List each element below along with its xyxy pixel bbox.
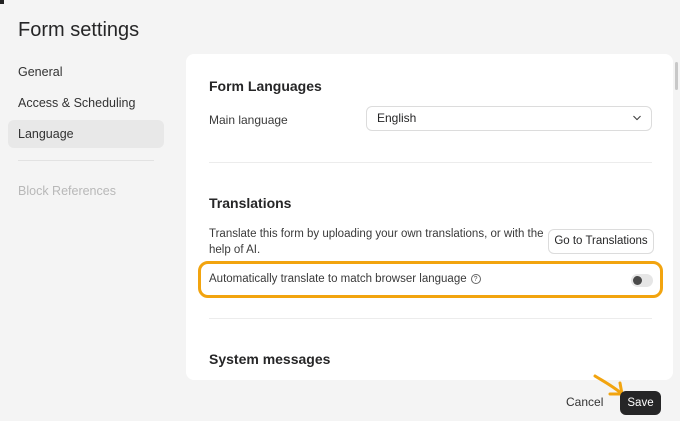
main-language-select[interactable]: English [366, 106, 652, 131]
panel-scrollbar[interactable] [675, 62, 678, 90]
sidebar-item-language[interactable]: Language [8, 120, 164, 148]
form-languages-heading: Form Languages [209, 78, 322, 94]
main-language-label: Main language [209, 113, 288, 127]
cancel-button[interactable]: Cancel [566, 395, 603, 409]
go-to-translations-button[interactable]: Go to Translations [548, 229, 654, 254]
system-messages-heading: System messages [209, 351, 331, 367]
settings-sidebar: General Access & Scheduling Language Blo… [8, 58, 164, 208]
main-language-value: English [377, 111, 417, 125]
page-title: Form settings [18, 19, 140, 41]
sidebar-divider [18, 160, 154, 161]
section-divider [209, 318, 652, 319]
sidebar-item-block-references: Block References [18, 184, 116, 198]
settings-panel: Form Languages Main language English Tra… [186, 54, 673, 380]
save-button[interactable]: Save [620, 391, 661, 415]
translations-heading: Translations [209, 195, 292, 211]
chevron-down-icon [633, 115, 641, 121]
sidebar-item-general[interactable]: General [8, 58, 164, 86]
highlight-box [198, 261, 663, 298]
window-corner [0, 0, 4, 4]
sidebar-item-access-scheduling[interactable]: Access & Scheduling [8, 89, 164, 117]
translations-description: Translate this form by uploading your ow… [209, 228, 544, 256]
section-divider [209, 162, 652, 163]
